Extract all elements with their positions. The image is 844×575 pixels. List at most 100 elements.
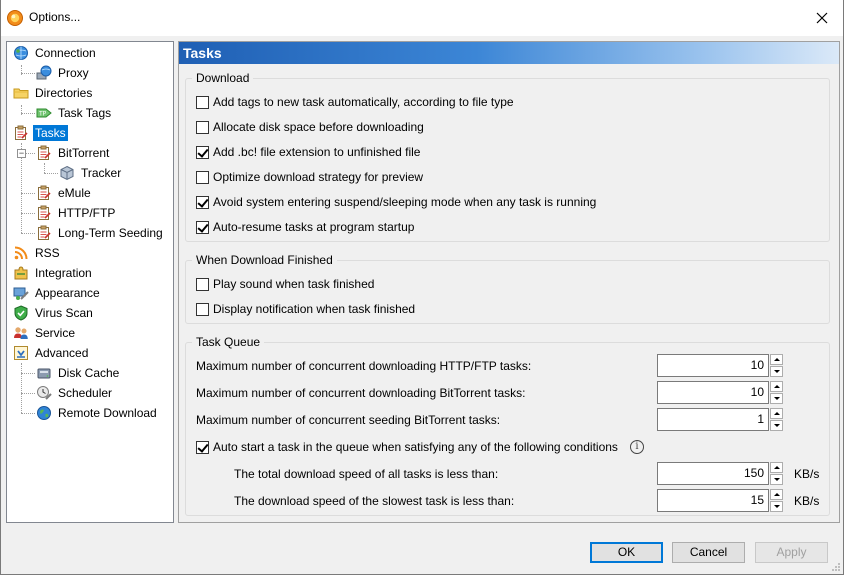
checkbox-label: Optimize download strategy for preview [213,170,424,184]
play-sound-checkbox[interactable]: Play sound when task finished [196,277,374,291]
tree-item-remote-download[interactable]: Remote Download [36,404,159,422]
optimize-preview-checkbox[interactable]: Optimize download strategy for preview [196,170,423,184]
allocate-disk-checkbox[interactable]: Allocate disk space before downloading [196,120,424,134]
checkbox-label: Play sound when task finished [213,277,375,291]
checkbox-label: Display notification when task finished [213,302,416,316]
spin-up-button[interactable] [770,354,783,365]
max-http-spinner[interactable]: 10 [657,354,783,377]
slowest-speed-input[interactable]: 15 [657,489,769,512]
tree-item-bittorrent[interactable]: BitTorrent [36,144,111,162]
checkbox-box[interactable] [196,277,209,291]
spin-down-button[interactable] [770,393,783,404]
auto-start-checkbox[interactable]: Auto start a task in the queue when sati… [196,440,618,454]
apply-button[interactable]: Apply [755,542,828,563]
slowest-speed-spinner[interactable]: 15 [657,489,783,512]
tree-item-label: HTTP/FTP [58,206,116,220]
max-bt-spinner[interactable]: 10 [657,381,783,404]
tree-item-integration[interactable]: Integration [13,264,94,282]
checkbox-label: Allocate disk space before downloading [213,120,424,134]
tree-item-service[interactable]: Service [13,324,77,342]
clipboard-icon [38,225,51,240]
tree-item-long-term-seeding[interactable]: Long-Term Seeding [36,224,165,242]
tree-item-label: eMule [58,186,91,200]
spin-up-button[interactable] [770,489,783,500]
max-bt-input[interactable]: 10 [657,381,769,404]
download-finished-group: When Download Finished Play sound when t… [185,253,830,324]
tree-item-label: Directories [35,86,93,100]
spin-down-button[interactable] [770,366,783,377]
auto-resume-checkbox[interactable]: Auto-resume tasks at program startup [196,220,414,234]
close-icon [816,12,828,24]
checkbox-label: Auto-resume tasks at program startup [213,220,415,234]
globe-computer-icon [36,65,52,80]
spin-up-button[interactable] [770,381,783,392]
tree-item-task-tags[interactable]: TP Task Tags [36,104,113,122]
max-http-input[interactable]: 10 [657,354,769,377]
slowest-speed-unit: KB/s [794,494,820,508]
tasks-panel: Tasks Download Add tags to new task auto… [178,41,840,523]
total-speed-spinner[interactable]: 150 [657,462,783,485]
total-speed-input[interactable]: 150 [657,462,769,485]
appearance-icon [13,287,29,300]
checkbox-box[interactable] [196,440,209,454]
ok-button[interactable]: OK [590,542,663,563]
bitcomet-icon [7,10,23,26]
max-seed-spinner[interactable]: 1 [657,408,783,431]
tree-item-label: BitTorrent [58,146,110,160]
checkbox-box[interactable] [196,170,209,184]
checkbox-box[interactable] [196,220,209,234]
tree-item-connection[interactable]: Connection [13,44,98,62]
folder-icon [13,88,29,99]
tree-item-emule[interactable]: eMule [36,184,93,202]
avoid-sleep-checkbox[interactable]: Avoid system entering suspend/sleeping m… [196,195,596,209]
globe-icon [37,406,51,420]
checkbox-box[interactable] [196,302,209,316]
spin-down-button[interactable] [770,474,783,485]
tree-item-label: RSS [35,246,60,260]
tree-item-label: Tasks [33,125,68,141]
globe-network-icon [14,46,28,60]
checkbox-box[interactable] [196,145,209,159]
spin-up-button[interactable] [770,462,783,473]
title-bar: Options... [1,0,843,36]
spin-up-button[interactable] [770,408,783,419]
add-tags-checkbox[interactable]: Add tags to new task automatically, acco… [196,95,514,109]
advanced-icon [14,346,28,360]
bc-extension-checkbox[interactable]: Add .bc! file extension to unfinished fi… [196,145,420,159]
close-button[interactable] [809,6,835,30]
tree-item-label: Advanced [35,346,89,360]
info-icon[interactable]: i [630,440,644,454]
checkbox-label: Add .bc! file extension to unfinished fi… [213,145,421,159]
checkbox-box[interactable] [196,95,209,109]
tree-item-tasks[interactable]: Tasks [13,124,68,142]
tree-item-http-ftp[interactable]: HTTP/FTP [36,204,117,222]
options-tree[interactable]: − Connection Proxy Directories TP Task T… [6,41,174,523]
spin-down-button[interactable] [770,420,783,431]
max-seed-input[interactable]: 1 [657,408,769,431]
display-notification-checkbox[interactable]: Display notification when task finished [196,302,415,316]
tree-item-rss[interactable]: RSS [13,244,62,262]
spin-down-button[interactable] [770,501,783,512]
users-icon [14,327,28,339]
tree-item-virus-scan[interactable]: Virus Scan [13,304,95,322]
resize-grip-icon[interactable] [831,562,841,572]
tree-item-disk-cache[interactable]: Disk Cache [36,364,121,382]
checkbox-label: Avoid system entering suspend/sleeping m… [213,195,597,209]
tree-item-label: Service [35,326,76,340]
checkbox-box[interactable] [196,120,209,134]
tree-item-proxy[interactable]: Proxy [36,64,91,82]
max-http-label: Maximum number of concurrent downloading… [196,359,532,373]
tree-item-tracker[interactable]: Tracker [59,164,123,182]
checkbox-label: Auto start a task in the queue when sati… [213,440,618,454]
tree-item-appearance[interactable]: Appearance [13,284,102,302]
download-group: Download Add tags to new task automatica… [185,71,830,242]
task-queue-group: Task Queue Maximum number of concurrent … [185,335,830,516]
rss-icon [14,246,28,260]
cancel-button[interactable]: Cancel [672,542,745,563]
tree-item-advanced[interactable]: Advanced [13,344,90,362]
bittorrent-collapse-toggle[interactable]: − [17,149,26,158]
checkbox-box[interactable] [196,195,209,209]
tree-item-scheduler[interactable]: Scheduler [36,384,114,402]
scheduler-icon [37,386,52,400]
tree-item-directories[interactable]: Directories [13,84,94,102]
